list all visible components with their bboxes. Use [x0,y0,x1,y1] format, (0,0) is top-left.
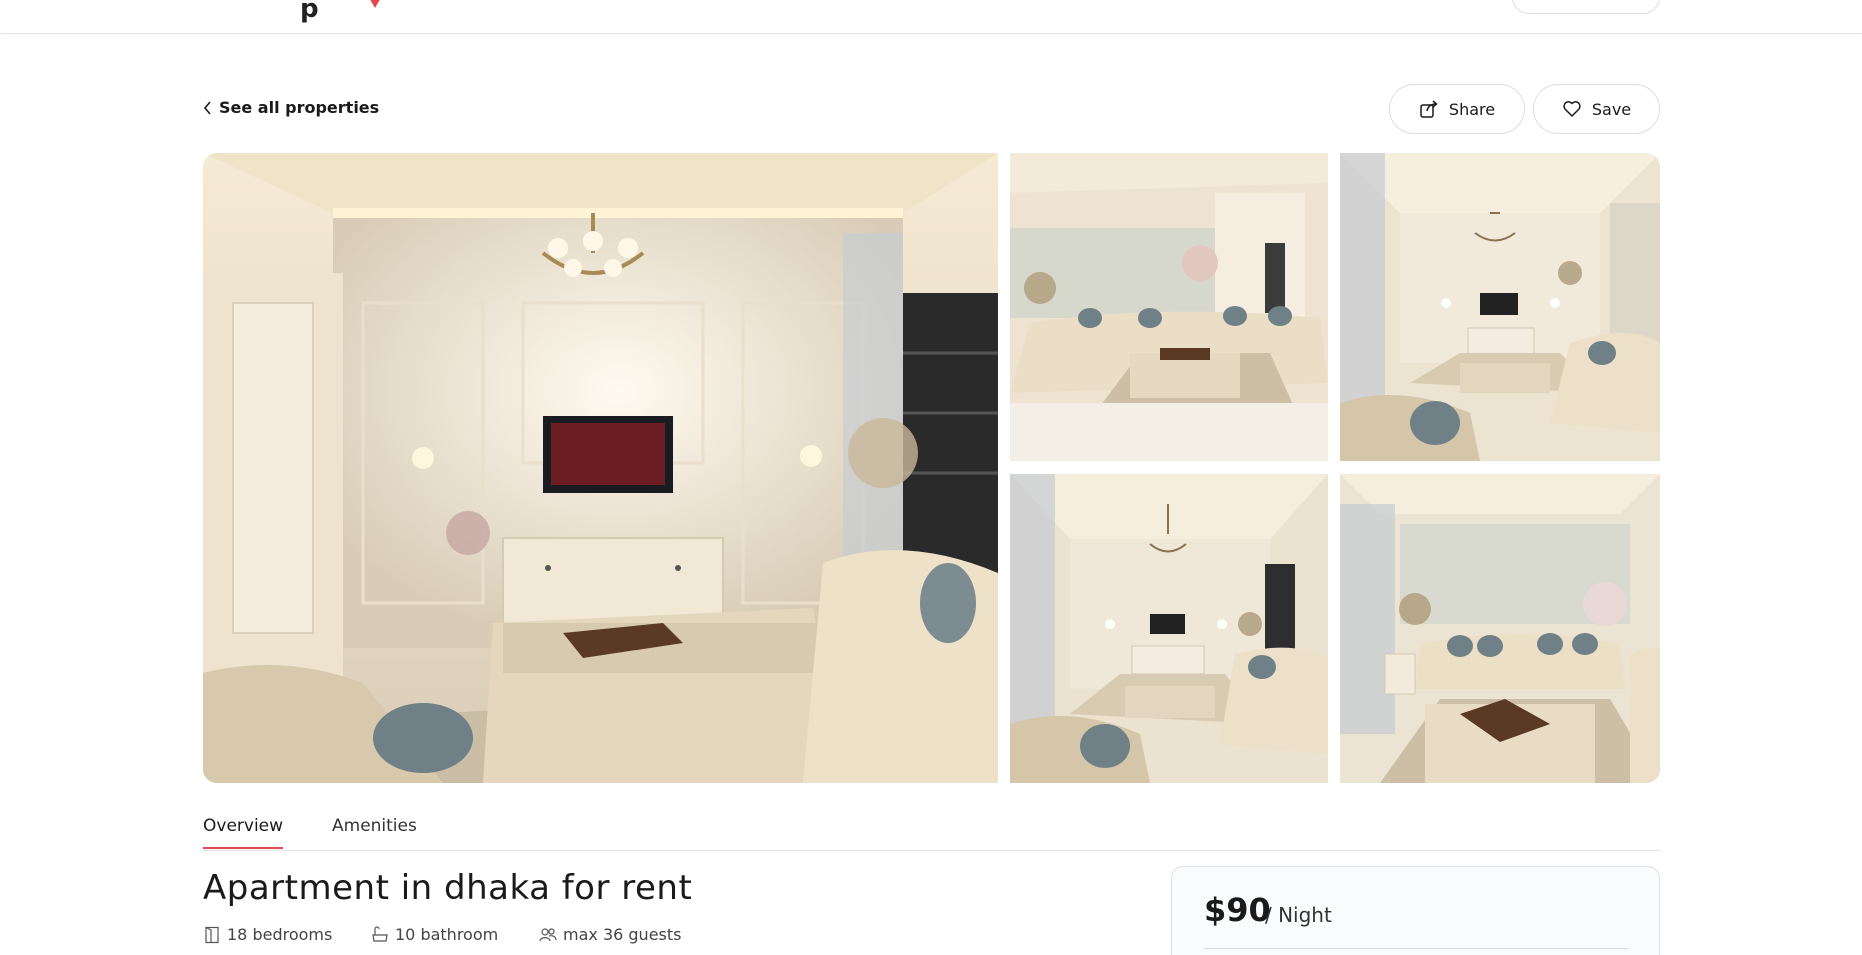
guests-label: max 36 guests [563,925,682,944]
gallery-photo-main[interactable] [203,153,998,783]
tab-amenities[interactable]: Amenities [332,816,417,847]
bed-icon [205,926,219,943]
brand-logo[interactable]: p [300,0,319,24]
sofa-set-photo [1340,474,1660,783]
gallery-photo-3[interactable] [1340,153,1660,461]
listing-title: Apartment in dhaka for rent [203,868,693,908]
share-icon [1420,100,1438,118]
share-button[interactable]: Share [1389,84,1525,134]
bedrooms-label: 18 bedrooms [227,925,333,944]
save-button[interactable]: Save [1533,84,1660,134]
chevron-left-icon [203,100,211,115]
top-nav-bar: p [0,0,1862,34]
heart-icon [1563,101,1581,117]
location-pin-icon [370,0,380,8]
bath-icon [372,925,388,942]
bathrooms-info: 10 bathroom [371,925,539,944]
listing-meta: 18 bedrooms 10 bathroom max 36 guests [203,925,681,944]
gallery-photo-4[interactable] [1010,474,1328,783]
price-unit: / Night [1265,903,1332,927]
bedrooms-info: 18 bedrooms [203,925,371,944]
tv-room-photo [1340,153,1660,461]
tab-overview[interactable]: Overview [203,816,284,849]
wide-room-photo [1010,474,1328,783]
divider [1204,948,1629,949]
listing-tabs: Overview Amenities [203,800,1660,851]
share-label: Share [1448,99,1496,119]
photo-gallery [203,153,1660,783]
gallery-photo-5[interactable] [1340,474,1660,783]
living-room-photo [203,153,998,783]
see-all-properties-label: See all properties [219,98,380,117]
sofa-room-photo [1010,153,1328,461]
bathrooms-label: 10 bathroom [395,925,499,944]
gallery-photo-2[interactable] [1010,153,1328,461]
guests-info: max 36 guests [539,925,681,944]
guests-icon [539,927,557,941]
see-all-properties-link[interactable]: See all properties [203,98,379,117]
user-menu-button[interactable] [1512,0,1660,14]
save-label: Save [1591,99,1632,119]
booking-card: $90 / Night [1171,866,1660,955]
price-amount: $90 [1204,891,1271,929]
